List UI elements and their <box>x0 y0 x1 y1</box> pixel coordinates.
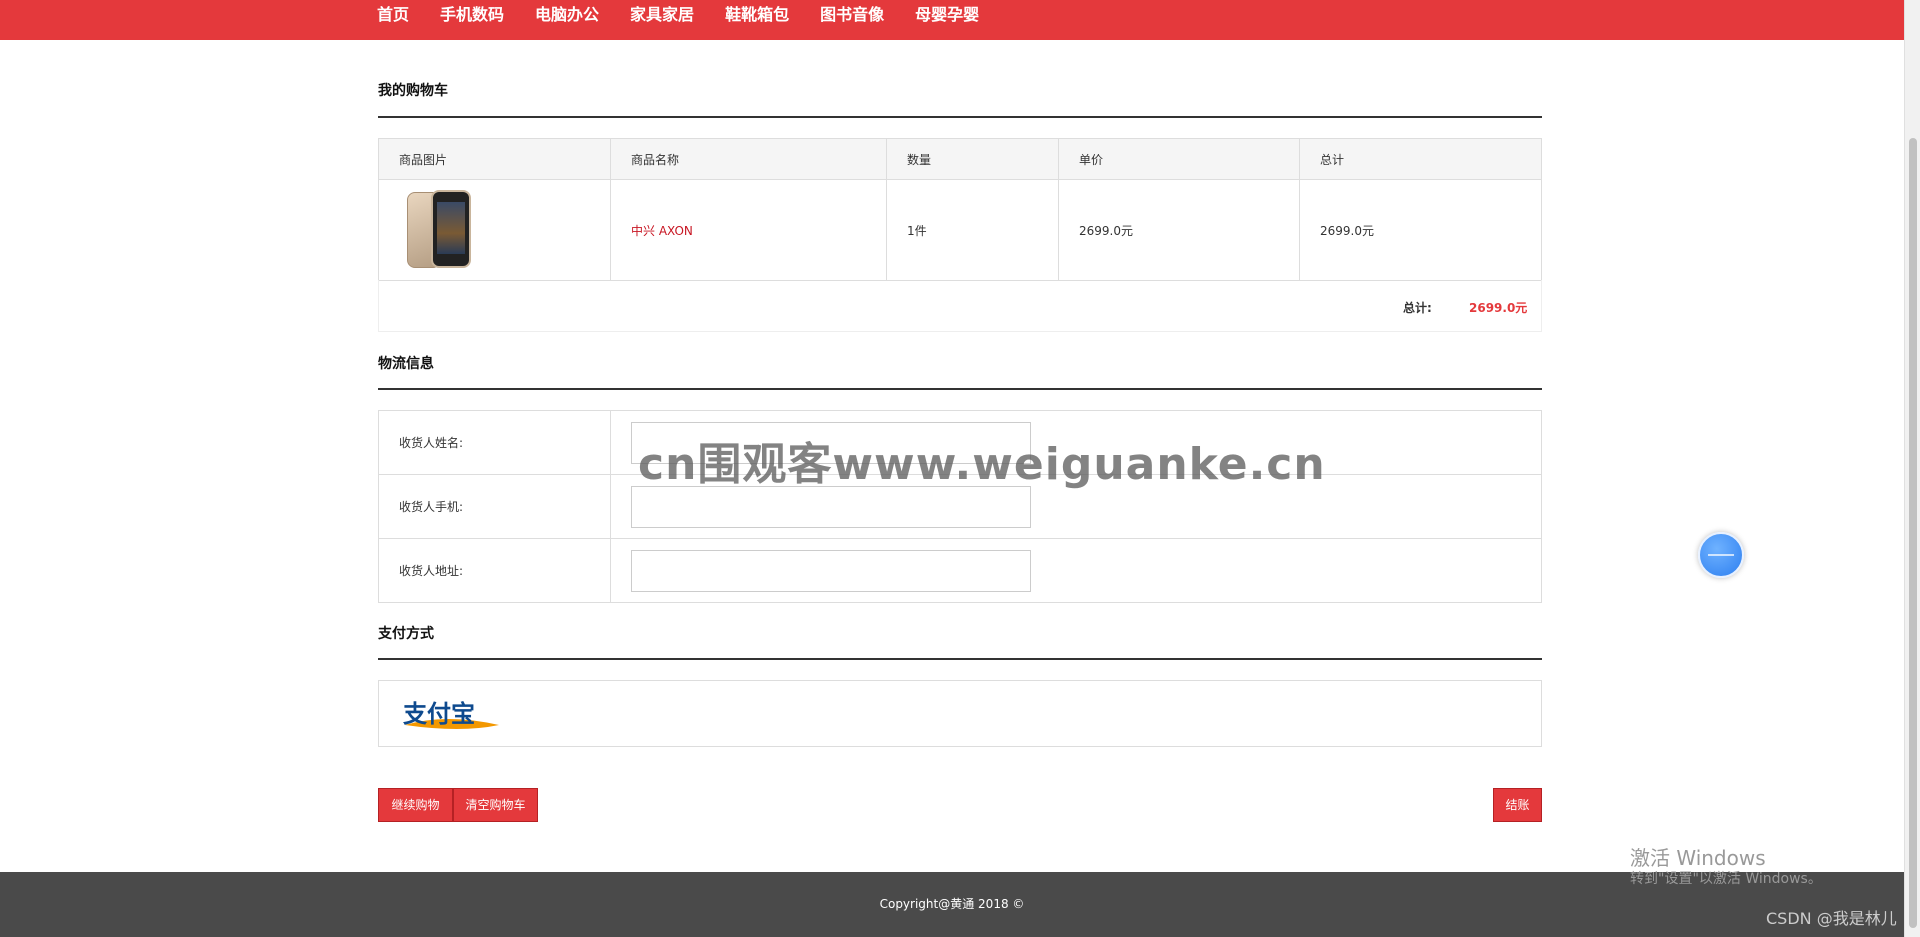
cart-total-label: 总计: <box>1403 301 1432 315</box>
cart-table: 商品图片 商品名称 数量 单价 总计 中兴 AXON 1件 2699.0元 26… <box>378 138 1542 281</box>
product-image-cell <box>378 179 611 281</box>
main-menu: 首页 手机数码 电脑办公 家具家居 鞋靴箱包 图书音像 母婴孕婴 <box>377 0 1010 30</box>
recipient-address-cell <box>610 538 1542 603</box>
product-name-link[interactable]: 中兴 AXON <box>631 224 693 238</box>
watermark-text: cn围观客www.weiguanke.cn <box>638 439 1326 490</box>
col-header-total: 总计 <box>1299 138 1542 180</box>
product-name-cell: 中兴 AXON <box>610 179 887 281</box>
alipay-logo-text: 支付宝 <box>403 700 475 728</box>
nav-item-shoes-bags[interactable]: 鞋靴箱包 <box>725 0 789 30</box>
cart-total-amount: 2699.0元 <box>1469 301 1528 315</box>
recipient-address-label: 收货人地址: <box>378 538 611 603</box>
cart-total-bar: 总计: 2699.0元 <box>378 280 1542 332</box>
page-footer: Copyright@黄通 2018 © <box>0 872 1904 937</box>
checkout-button[interactable]: 结账 <box>1493 788 1542 822</box>
scrollbar-thumb[interactable] <box>1909 138 1917 928</box>
cart-divider <box>378 116 1542 118</box>
table-row: 中兴 AXON 1件 2699.0元 2699.0元 <box>378 179 1542 281</box>
col-header-image: 商品图片 <box>378 138 611 180</box>
payment-section-title: 支付方式 <box>378 626 434 642</box>
nav-item-phones-digital[interactable]: 手机数码 <box>440 0 504 30</box>
unit-price-cell: 2699.0元 <box>1058 179 1300 281</box>
nav-item-furniture-home[interactable]: 家具家居 <box>630 0 694 30</box>
recipient-phone-label: 收货人手机: <box>378 474 611 539</box>
floating-assistant-icon[interactable] <box>1698 532 1744 578</box>
clear-cart-button[interactable]: 清空购物车 <box>453 788 538 822</box>
cart-section-title: 我的购物车 <box>378 83 448 99</box>
col-header-unit-price: 单价 <box>1058 138 1300 180</box>
form-row: 收货人地址: <box>378 538 1542 603</box>
payment-divider <box>378 658 1542 660</box>
cart-header-row: 商品图片 商品名称 数量 单价 总计 <box>378 138 1542 180</box>
product-image[interactable] <box>405 190 477 270</box>
csdn-watermark: CSDN @我是林儿 <box>1766 909 1897 928</box>
payment-options-box: 支付宝 <box>378 680 1542 747</box>
shipping-divider <box>378 388 1542 390</box>
shipping-section-title: 物流信息 <box>378 356 434 372</box>
nav-item-computers-office[interactable]: 电脑办公 <box>535 0 599 30</box>
alipay-logo[interactable]: 支付宝 <box>401 695 501 733</box>
nav-item-home[interactable]: 首页 <box>377 0 409 30</box>
top-nav-bar: 首页 手机数码 电脑办公 家具家居 鞋靴箱包 图书音像 母婴孕婴 <box>0 0 1904 40</box>
phone-front-image <box>431 190 471 268</box>
col-header-quantity: 数量 <box>886 138 1059 180</box>
windows-activation-title: 激活 Windows <box>1630 846 1766 870</box>
subtotal-cell: 2699.0元 <box>1299 179 1542 281</box>
windows-activation-subtitle: 转到"设置"以激活 Windows。 <box>1630 871 1822 887</box>
quantity-cell: 1件 <box>886 179 1059 281</box>
nav-item-books-media[interactable]: 图书音像 <box>820 0 884 30</box>
continue-shopping-button[interactable]: 继续购物 <box>378 788 453 822</box>
col-header-name: 商品名称 <box>610 138 887 180</box>
nav-item-maternal-baby[interactable]: 母婴孕婴 <box>915 0 979 30</box>
recipient-address-input[interactable] <box>631 549 1031 592</box>
recipient-name-label: 收货人姓名: <box>378 410 611 475</box>
copyright-text: Copyright@黄通 2018 © <box>879 897 1025 911</box>
vertical-scrollbar[interactable] <box>1904 0 1920 937</box>
